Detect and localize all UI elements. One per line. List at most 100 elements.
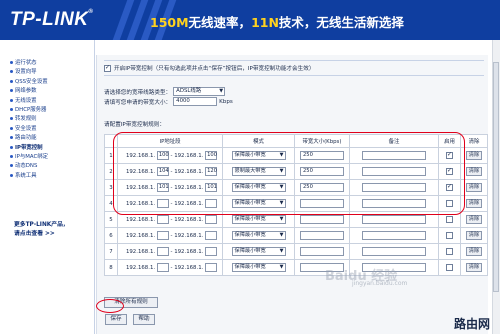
ip-end-input[interactable]: 120: [205, 167, 218, 176]
more-products-link[interactable]: 更多TP-LINK产品， 请点击查看 >>: [14, 221, 69, 239]
row-number: 6: [104, 227, 118, 244]
rule-bandwidth-input[interactable]: [300, 247, 344, 256]
note-input[interactable]: [362, 151, 426, 160]
save-button[interactable]: 保存: [105, 314, 127, 325]
ip-start-input[interactable]: [156, 215, 169, 224]
line-type-row: 请选择您的宽带线路类型： ADSL线路 ▼: [104, 87, 226, 96]
ip-start-input[interactable]: [156, 199, 169, 208]
clear-rule-button[interactable]: 清除: [465, 247, 483, 256]
ip-end-input[interactable]: 100: [205, 151, 218, 160]
mode-select[interactable]: 保障最小带宽 ▼: [231, 215, 286, 224]
rule-bandwidth-input[interactable]: 250: [300, 183, 344, 192]
bullet-icon: [10, 98, 13, 102]
ip-start-input[interactable]: 101: [156, 183, 169, 192]
bandwidth-input[interactable]: 4000: [173, 97, 218, 106]
enable-cell: [438, 243, 461, 260]
ip-start-input[interactable]: 104: [156, 167, 169, 176]
rule-enable-checkbox[interactable]: [446, 183, 453, 191]
ip-end-input[interactable]: [205, 231, 218, 240]
help-button[interactable]: 帮助: [133, 314, 155, 325]
sidebar-item[interactable]: QSS安全设置: [10, 78, 94, 87]
ip-start-input[interactable]: [156, 247, 169, 256]
ip-end-input[interactable]: [205, 215, 218, 224]
rule-enable-checkbox[interactable]: [446, 200, 453, 207]
sidebar-item[interactable]: IP带宽控制: [10, 144, 94, 153]
ip-end-input[interactable]: [205, 199, 218, 208]
clear-all-rules-button[interactable]: 清除所有规则: [104, 297, 158, 308]
note-input[interactable]: [362, 231, 426, 240]
ip-start-input[interactable]: [156, 231, 169, 240]
clear-rule-button[interactable]: 清除: [465, 199, 483, 208]
sidebar-item[interactable]: 路由功能: [10, 134, 94, 143]
rule-bandwidth-input[interactable]: [300, 215, 344, 224]
ip-end-input[interactable]: [205, 247, 218, 256]
bullet-icon: [10, 126, 13, 130]
ip-end-input[interactable]: [205, 263, 218, 272]
enable-cell: [438, 179, 461, 196]
mode-select[interactable]: 保障最小带宽 ▼: [231, 199, 286, 208]
ip-range-cell: 192.168.1. 100 - 192.168.1. 100: [117, 147, 223, 164]
mode-select[interactable]: 保障最小带宽 ▼: [231, 183, 286, 192]
sidebar-item[interactable]: 无线设置: [10, 97, 94, 106]
sidebar-item[interactable]: 安全设置: [10, 125, 94, 134]
rule-enable-checkbox[interactable]: [446, 216, 453, 223]
rule-enable-checkbox[interactable]: [446, 151, 453, 159]
note-input[interactable]: [362, 183, 426, 192]
sidebar-item[interactable]: 动态DNS: [10, 162, 94, 171]
clear-cell: 清除: [460, 259, 488, 276]
mode-select[interactable]: 保障最小带宽 ▼: [231, 247, 286, 256]
clear-rule-button[interactable]: 清除: [465, 151, 483, 160]
chevron-down-icon: ▼: [279, 184, 284, 190]
rule-bandwidth-input[interactable]: 250: [300, 167, 344, 176]
ip-start-input[interactable]: 100: [156, 151, 169, 160]
rule-enable-checkbox[interactable]: [446, 232, 453, 239]
chevron-down-icon: ▼: [279, 264, 284, 270]
line-type-select[interactable]: ADSL线路 ▼: [173, 87, 226, 96]
sidebar-item[interactable]: DHCP服务器: [10, 106, 94, 115]
ip-start-input[interactable]: [156, 263, 169, 272]
tp-link-logo: TP-LINK®: [10, 9, 94, 30]
ip-range-cell: 192.168.1. - 192.168.1.: [117, 195, 223, 212]
mode-select[interactable]: 保障最小带宽 ▼: [231, 151, 286, 160]
col-header-ip: IP地址段: [117, 134, 223, 148]
note-input[interactable]: [362, 199, 426, 208]
mode-select[interactable]: 保障最小带宽 ▼: [231, 263, 286, 272]
bullet-icon: [10, 70, 13, 74]
sidebar-item[interactable]: 系统工具: [10, 172, 94, 181]
note-input[interactable]: [362, 247, 426, 256]
rule-bandwidth-input[interactable]: 250: [300, 151, 344, 160]
ip-end-input[interactable]: 101: [205, 183, 218, 192]
vertical-scrollbar[interactable]: [492, 40, 500, 334]
rule-enable-checkbox[interactable]: [446, 264, 453, 271]
rule-bandwidth-input[interactable]: [300, 231, 344, 240]
rule-bandwidth-input[interactable]: [300, 199, 344, 208]
clear-rule-button[interactable]: 清除: [465, 183, 483, 192]
clear-rule-button[interactable]: 清除: [465, 215, 483, 224]
rules-label: 请配置IP带宽控制规则：: [104, 122, 165, 128]
ip-separator: - 192.168.1.: [170, 201, 204, 207]
note-input[interactable]: [362, 215, 426, 224]
clear-cell: 清除: [460, 211, 488, 228]
sidebar-item-label: 网络参数: [15, 88, 37, 95]
ip-prefix: 192.168.1.: [125, 217, 156, 223]
sidebar-item[interactable]: 设置向导: [10, 68, 94, 77]
ip-range-cell: 192.168.1. - 192.168.1.: [117, 227, 223, 244]
clear-rule-button[interactable]: 清除: [465, 167, 483, 176]
rule-enable-checkbox[interactable]: [446, 248, 453, 255]
mode-cell: 保障最小带宽 ▼: [222, 147, 295, 164]
col-header-mode: 模式: [222, 134, 295, 148]
col-header-enable: 启用: [438, 134, 461, 148]
scrollbar-thumb[interactable]: [493, 62, 499, 292]
sidebar-item[interactable]: 网络参数: [10, 87, 94, 96]
sidebar-item[interactable]: IP与MAC绑定: [10, 153, 94, 162]
corner-watermark: 路由网: [453, 317, 490, 331]
enable-bandwidth-control-checkbox[interactable]: [104, 64, 111, 72]
note-input[interactable]: [362, 167, 426, 176]
clear-rule-button[interactable]: 清除: [465, 231, 483, 240]
mode-select[interactable]: 保障最小带宽 ▼: [231, 231, 286, 240]
mode-select[interactable]: 限制最大带宽 ▼: [231, 167, 286, 176]
clear-rule-button[interactable]: 清除: [465, 263, 483, 272]
rule-enable-checkbox[interactable]: [446, 167, 453, 175]
sidebar-item[interactable]: 运行状态: [10, 59, 94, 68]
sidebar-item[interactable]: 转发规则: [10, 115, 94, 124]
